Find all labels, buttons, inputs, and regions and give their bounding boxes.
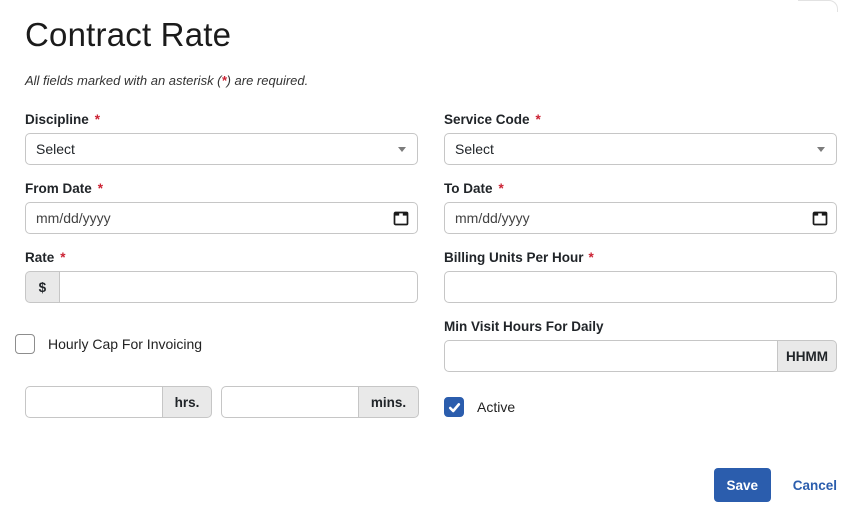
- hourly-cap-label: Hourly Cap For Invoicing: [48, 336, 202, 352]
- panel-corner-border: [798, 0, 838, 12]
- billing-units-input[interactable]: [444, 271, 837, 303]
- service-code-label: Service Code*: [444, 113, 837, 127]
- chevron-down-icon: [817, 147, 825, 152]
- required-asterisk: *: [95, 112, 100, 127]
- hourly-cap-row: Hourly Cap For Invoicing: [15, 334, 418, 354]
- hhmm-suffix: HHMM: [778, 340, 837, 372]
- to-date-input[interactable]: [444, 202, 837, 234]
- required-fields-note: All fields marked with an asterisk (*) a…: [25, 73, 837, 88]
- page-title: Contract Rate: [25, 16, 837, 54]
- from-date-field: From Date*: [25, 182, 418, 234]
- min-visit-hours-input[interactable]: [444, 340, 778, 372]
- required-asterisk: *: [536, 112, 541, 127]
- service-code-select[interactable]: Select: [444, 133, 837, 165]
- form-right-column: Service Code* Select To Date*: [444, 113, 837, 418]
- service-code-field: Service Code* Select: [444, 113, 837, 165]
- check-icon: [448, 401, 461, 414]
- active-row: Active: [444, 397, 837, 417]
- required-asterisk: *: [589, 250, 594, 265]
- from-date-input[interactable]: [25, 202, 418, 234]
- billing-units-field: Billing Units Per Hour*: [444, 251, 837, 303]
- rate-field: Rate* $: [25, 251, 418, 303]
- discipline-label: Discipline*: [25, 113, 418, 127]
- chevron-down-icon: [398, 147, 406, 152]
- active-label: Active: [477, 399, 515, 415]
- from-date-label: From Date*: [25, 182, 418, 196]
- cap-minutes-input[interactable]: [221, 386, 359, 418]
- min-visit-hours-label: Min Visit Hours For Daily: [444, 320, 837, 334]
- discipline-selected-value: Select: [26, 141, 85, 157]
- to-date-field: To Date*: [444, 182, 837, 234]
- save-button[interactable]: Save: [714, 468, 771, 502]
- to-date-label: To Date*: [444, 182, 837, 196]
- hours-suffix: hrs.: [163, 386, 212, 418]
- cap-duration-row: hrs. mins.: [25, 386, 418, 418]
- active-checkbox[interactable]: [444, 397, 464, 417]
- required-asterisk: *: [499, 181, 504, 196]
- discipline-field: Discipline* Select: [25, 113, 418, 165]
- discipline-select[interactable]: Select: [25, 133, 418, 165]
- note-prefix: All fields marked with an asterisk (: [25, 73, 222, 88]
- cap-hours-input[interactable]: [25, 386, 163, 418]
- contract-rate-form: Contract Rate All fields marked with an …: [0, 0, 862, 418]
- minutes-suffix: mins.: [359, 386, 419, 418]
- calendar-icon[interactable]: [812, 210, 828, 226]
- dollar-prefix: $: [25, 271, 59, 303]
- form-actions: Save Cancel: [0, 468, 862, 502]
- rate-input[interactable]: [59, 271, 418, 303]
- note-suffix: ) are required.: [227, 73, 309, 88]
- form-left-column: Discipline* Select From Date*: [25, 113, 418, 418]
- min-visit-hours-field: Min Visit Hours For Daily HHMM: [444, 320, 837, 372]
- rate-label: Rate*: [25, 251, 418, 265]
- required-asterisk: *: [60, 250, 65, 265]
- cancel-link[interactable]: Cancel: [793, 478, 837, 493]
- service-code-selected-value: Select: [445, 141, 504, 157]
- required-asterisk: *: [98, 181, 103, 196]
- billing-units-label: Billing Units Per Hour*: [444, 251, 837, 265]
- hourly-cap-checkbox[interactable]: [15, 334, 35, 354]
- calendar-icon[interactable]: [393, 210, 409, 226]
